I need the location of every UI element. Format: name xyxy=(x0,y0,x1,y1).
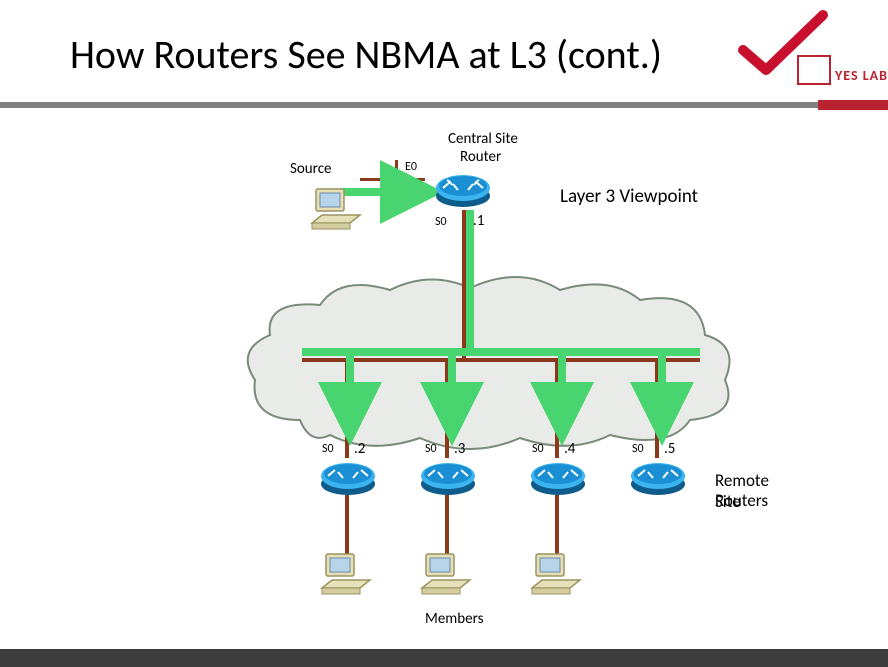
router-icon-2 xyxy=(420,460,476,496)
label-s0-2: S0 xyxy=(425,442,437,456)
pc-line-3 xyxy=(555,495,559,555)
label-s0-3: S0 xyxy=(532,442,544,456)
logo-box-icon xyxy=(797,55,831,85)
label-addr-2: .3 xyxy=(454,440,465,458)
slide: How Routers See NBMA at L3 (cont.) YES L… xyxy=(0,0,888,667)
label-routers: Routers xyxy=(715,490,768,511)
router-icon-4 xyxy=(630,460,686,496)
router-icon-1 xyxy=(320,460,376,496)
slide-title: How Routers See NBMA at L3 (cont.) xyxy=(70,30,662,79)
label-addr-3: .4 xyxy=(564,440,575,458)
router-icon-central xyxy=(435,172,491,208)
label-members: Members xyxy=(425,610,483,628)
router-icon-3 xyxy=(530,460,586,496)
label-s0-1: S0 xyxy=(322,442,334,456)
pc-icon-1 xyxy=(320,550,376,600)
network-diagram: Central Site Router Source E0 S0 .1 Laye… xyxy=(230,130,790,650)
logo-text: YES LAB xyxy=(835,67,888,84)
flow-arrows xyxy=(230,130,790,470)
pc-icon-2 xyxy=(420,550,476,600)
logo: YES LAB xyxy=(797,55,888,85)
pc-line-2 xyxy=(445,495,449,555)
pc-icon-3 xyxy=(530,550,586,600)
label-addr-4: .5 xyxy=(664,440,675,458)
pc-icon-source xyxy=(310,185,366,235)
bottom-bar xyxy=(0,649,888,667)
separator xyxy=(0,100,888,110)
label-s0-4: S0 xyxy=(632,442,644,456)
label-addr-1: .2 xyxy=(354,440,365,458)
pc-line-1 xyxy=(345,495,349,555)
